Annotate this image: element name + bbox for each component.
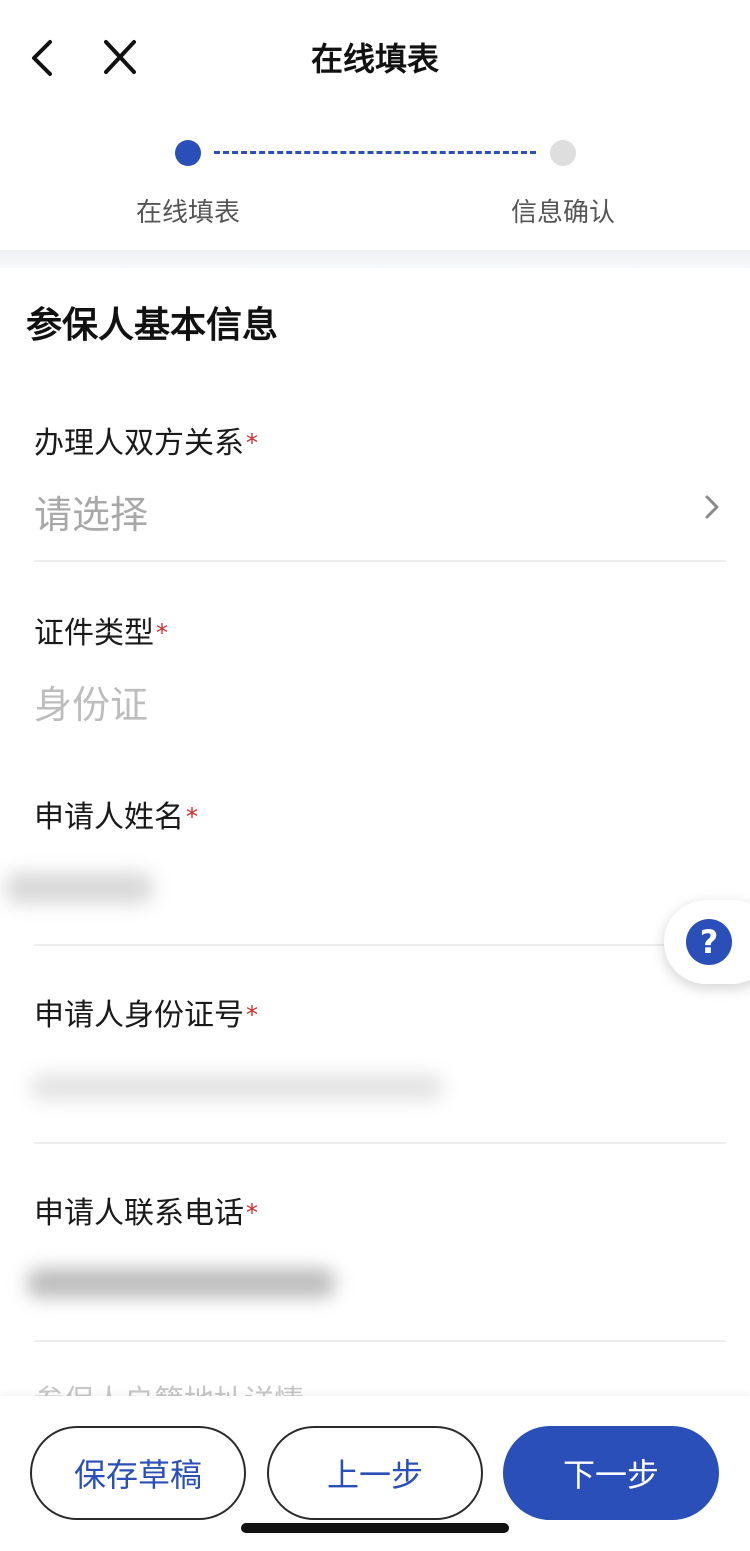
id-type-field: 证件类型* 身份证 — [34, 608, 726, 738]
applicant-phone-label-text: 申请人联系电话 — [34, 1196, 244, 1231]
section-title: 参保人基本信息 — [26, 305, 279, 346]
home-indicator[interactable] — [241, 1523, 509, 1533]
page-title: 在线填表 — [310, 40, 439, 78]
divider — [34, 560, 726, 562]
id-type-label: 证件类型* — [34, 608, 726, 652]
step-1-indicator — [175, 140, 201, 166]
applicant-id-number-field[interactable]: 申请人身份证号* — [34, 990, 726, 1146]
required-mark: * — [246, 429, 258, 457]
applicant-name-input-redacted[interactable] — [4, 872, 154, 904]
required-mark: * — [156, 619, 168, 647]
divider — [34, 1340, 726, 1342]
applicant-id-number-label-text: 申请人身份证号 — [34, 998, 244, 1033]
applicant-id-number-input-redacted[interactable] — [30, 1074, 444, 1100]
relationship-select[interactable]: 请选择 — [34, 484, 148, 539]
id-type-label-text: 证件类型 — [34, 616, 154, 651]
applicant-name-label-text: 申请人姓名 — [34, 800, 184, 835]
step-2-label: 信息确认 — [510, 198, 615, 228]
required-mark: * — [246, 1199, 258, 1227]
step-connector-line — [214, 151, 536, 154]
question-mark-icon: ? — [686, 919, 732, 965]
step-1-label: 在线填表 — [135, 198, 240, 228]
required-mark: * — [246, 1001, 258, 1029]
applicant-name-field[interactable]: 申请人姓名* — [34, 792, 726, 948]
applicant-phone-field[interactable]: 申请人联系电话* — [34, 1188, 726, 1344]
chevron-right-icon[interactable] — [702, 492, 722, 522]
section-separator — [0, 250, 750, 268]
required-mark: * — [186, 803, 198, 831]
applicant-name-label: 申请人姓名* — [34, 792, 726, 836]
next-step-button[interactable]: 下一步 — [503, 1426, 719, 1520]
step-2-indicator — [550, 140, 576, 166]
applicant-id-number-label: 申请人身份证号* — [34, 990, 726, 1034]
applicant-phone-label: 申请人联系电话* — [34, 1188, 726, 1232]
save-draft-button[interactable]: 保存草稿 — [30, 1426, 246, 1520]
relationship-label-text: 办理人双方关系 — [34, 426, 244, 461]
previous-step-button[interactable]: 上一步 — [267, 1426, 483, 1520]
id-type-value: 身份证 — [34, 683, 149, 727]
divider — [34, 1142, 726, 1144]
nav-bar: 在线填表 — [0, 0, 750, 116]
progress-stepper: 在线填表 信息确认 — [0, 116, 750, 250]
relationship-field[interactable]: 办理人双方关系* 请选择 — [34, 418, 726, 564]
applicant-phone-input-redacted[interactable] — [26, 1268, 336, 1298]
relationship-label: 办理人双方关系* — [34, 418, 726, 462]
help-button[interactable]: ? — [664, 900, 750, 984]
divider — [34, 944, 726, 946]
